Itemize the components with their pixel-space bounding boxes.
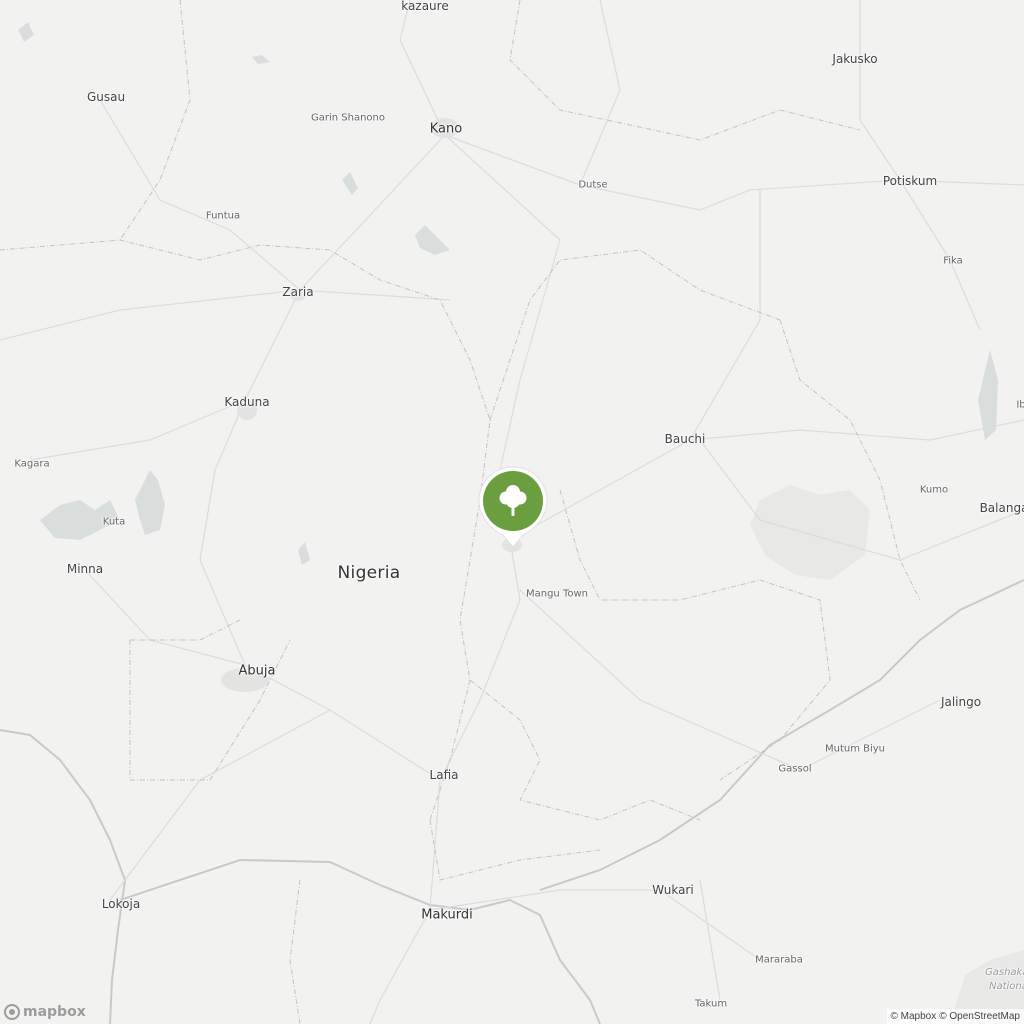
mapbox-logo-text: mapbox bbox=[23, 1004, 86, 1020]
town-label-kagara: Kagara bbox=[14, 458, 50, 470]
city-label-abuja: Abuja bbox=[238, 663, 276, 679]
park-label-line1: Gashaka bbox=[985, 967, 1024, 978]
city-label-jakusko: Jakusko bbox=[832, 52, 878, 66]
location-marker[interactable] bbox=[477, 465, 549, 551]
city-label-kazaure: kazaure bbox=[401, 0, 449, 13]
city-label-lafia: Lafia bbox=[429, 768, 459, 782]
town-label-takum: Takum bbox=[694, 998, 728, 1010]
park-label-line2: Nationa bbox=[989, 981, 1024, 992]
country-label-nigeria: Nigeria bbox=[337, 563, 401, 583]
town-label-kuta: Kuta bbox=[102, 516, 126, 528]
city-label-kano: Kano bbox=[429, 121, 463, 137]
town-label-gassol: Gassol bbox=[778, 763, 812, 775]
mapbox-logo[interactable]: mapbox bbox=[4, 1004, 86, 1020]
town-label-dutse: Dutse bbox=[578, 179, 608, 191]
attribution: © Mapbox © OpenStreetMap bbox=[886, 1009, 1024, 1024]
city-label-jalingo: Jalingo bbox=[940, 695, 982, 709]
city-label-wukari: Wukari bbox=[652, 883, 694, 897]
city-label-gusau: Gusau bbox=[86, 90, 126, 104]
town-label-ib: Ib bbox=[1016, 399, 1024, 411]
town-label-kumo: Kumo bbox=[919, 484, 949, 496]
city-label-kaduna: Kaduna bbox=[224, 395, 270, 409]
city-label-zaria: Zaria bbox=[282, 285, 314, 299]
town-label-fika: Fika bbox=[943, 255, 963, 267]
city-label-bauchi: Bauchi bbox=[664, 432, 706, 446]
city-label-balanga: Balanga bbox=[979, 501, 1024, 515]
town-label-garin-shanono: Garin Shanono bbox=[310, 112, 386, 124]
city-label-makurdi: Makurdi bbox=[421, 907, 473, 923]
mapbox-logo-icon bbox=[4, 1004, 20, 1020]
attribution-mapbox-link[interactable]: © Mapbox bbox=[891, 1011, 937, 1022]
attribution-osm-link[interactable]: © OpenStreetMap bbox=[939, 1011, 1020, 1022]
town-label-mararaba: Mararaba bbox=[755, 954, 803, 966]
town-label-mutum-biyu: Mutum Biyu bbox=[824, 743, 886, 755]
city-label-potiskum: Potiskum bbox=[882, 174, 938, 188]
city-label-minna: Minna bbox=[66, 562, 104, 576]
town-label-funtua: Funtua bbox=[205, 210, 241, 222]
city-label-lokoja: Lokoja bbox=[101, 897, 141, 911]
town-label-mangu-town: Mangu Town bbox=[525, 588, 589, 600]
